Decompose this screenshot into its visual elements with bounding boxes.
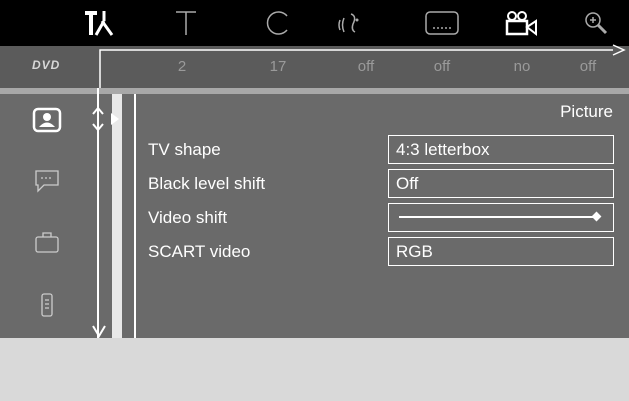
status-subtitle-value: off bbox=[433, 58, 451, 75]
title-icon[interactable] bbox=[166, 4, 206, 42]
black-level-label: Black level shift bbox=[148, 174, 266, 193]
slider-handle[interactable] bbox=[591, 211, 602, 222]
nav-arrows-icon bbox=[92, 106, 119, 132]
chapter-icon[interactable] bbox=[258, 4, 298, 42]
slider-track bbox=[399, 216, 595, 218]
status-angle-value: no bbox=[513, 58, 531, 75]
tv-shape-field[interactable]: 4:3 letterbox bbox=[388, 135, 614, 164]
tools-icon[interactable] bbox=[78, 4, 122, 42]
status-audio-value: off bbox=[357, 58, 375, 75]
status-zoom-value: off bbox=[579, 58, 597, 75]
language-icon[interactable] bbox=[32, 167, 62, 200]
scart-video-label: SCART video bbox=[148, 242, 251, 261]
audio-icon[interactable] bbox=[330, 4, 370, 42]
zoom-icon[interactable] bbox=[576, 4, 616, 42]
menu-bar bbox=[0, 0, 629, 46]
scroll-down-icon bbox=[92, 325, 106, 338]
camera-angle-icon[interactable] bbox=[500, 4, 544, 42]
black-level-field[interactable]: Off bbox=[388, 169, 614, 198]
footer-area bbox=[0, 338, 629, 401]
scart-video-field[interactable]: RGB bbox=[388, 237, 614, 266]
tv-shape-label: TV shape bbox=[148, 140, 221, 159]
video-shift-label: Video shift bbox=[148, 208, 228, 227]
picture-icon[interactable] bbox=[32, 106, 62, 139]
panel-border bbox=[134, 94, 136, 338]
status-title-value: 2 bbox=[177, 58, 187, 75]
dvd-logo: DVD bbox=[32, 58, 61, 72]
page-title: Picture bbox=[560, 102, 613, 121]
status-chapter-value: 17 bbox=[269, 58, 287, 75]
video-shift-slider[interactable] bbox=[388, 203, 614, 232]
subtitle-icon[interactable] bbox=[420, 4, 464, 42]
features-icon[interactable] bbox=[32, 228, 62, 261]
remote-icon[interactable] bbox=[32, 292, 62, 325]
